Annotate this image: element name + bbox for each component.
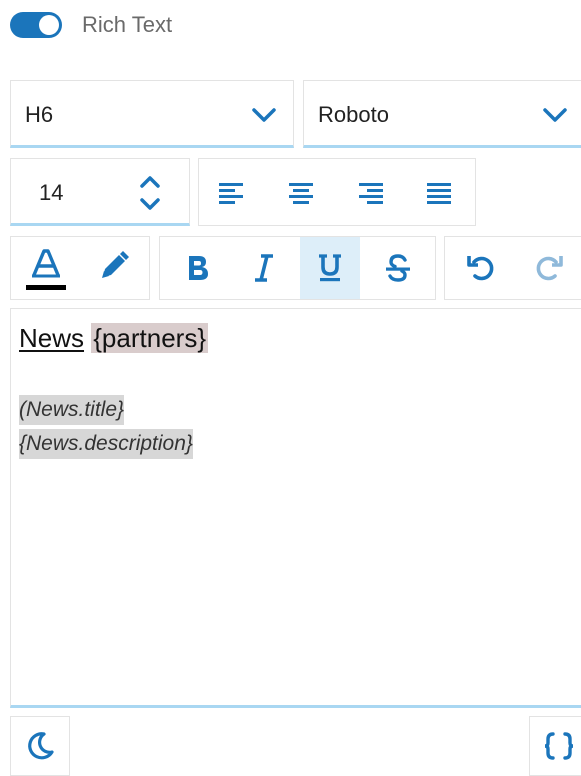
- formatting-toolbar: [159, 236, 436, 300]
- italic-button[interactable]: [234, 237, 294, 299]
- dark-mode-button[interactable]: [10, 716, 70, 776]
- bold-button[interactable]: [168, 237, 228, 299]
- undo-button[interactable]: [453, 243, 509, 293]
- heading-select[interactable]: H6: [10, 80, 294, 148]
- highlight-button[interactable]: [89, 243, 139, 289]
- undo-icon: [467, 256, 494, 281]
- editor-heading-line: News {partners}: [19, 321, 208, 355]
- align-justify-button[interactable]: [417, 171, 461, 215]
- font-size-value: 14: [39, 180, 64, 205]
- insert-variable-button[interactable]: [529, 716, 581, 776]
- pencil-icon: [102, 251, 129, 278]
- alignment-toolbar: [198, 158, 476, 226]
- bold-icon: [189, 256, 208, 280]
- chevron-down-icon: [543, 108, 567, 122]
- chevron-down-icon: [252, 108, 276, 122]
- news-title-variable: (News.title}: [19, 395, 125, 425]
- font-size-stepper[interactable]: 14: [10, 158, 190, 226]
- align-center-button[interactable]: [279, 171, 323, 215]
- align-right-icon: [359, 183, 383, 204]
- text-color-icon: [26, 249, 66, 290]
- heading-select-value: H6: [25, 102, 54, 127]
- news-text: News: [19, 323, 85, 353]
- align-left-button[interactable]: [209, 171, 253, 215]
- align-center-icon: [289, 183, 313, 204]
- redo-button[interactable]: [521, 243, 577, 293]
- redo-icon: [536, 256, 563, 281]
- toggle-knob: [39, 15, 59, 35]
- strikethrough-icon: [386, 254, 410, 282]
- moon-icon: [28, 732, 54, 760]
- align-right-button[interactable]: [349, 171, 393, 215]
- font-select[interactable]: Roboto: [303, 80, 581, 148]
- underline-icon: [319, 254, 341, 282]
- news-description-variable: {News.description}: [19, 429, 193, 459]
- underline-button[interactable]: [300, 237, 360, 299]
- align-justify-icon: [427, 183, 451, 204]
- rich-text-editor[interactable]: News {partners} (News.title} {News.descr…: [10, 308, 581, 708]
- align-left-icon: [219, 183, 243, 204]
- font-select-value: Roboto: [318, 102, 389, 127]
- rich-text-toggle[interactable]: [10, 12, 62, 38]
- stepper-arrows-icon[interactable]: [135, 169, 165, 217]
- partners-token: {partners}: [91, 323, 208, 353]
- strikethrough-button[interactable]: [368, 237, 428, 299]
- history-toolbar: [444, 236, 581, 300]
- rich-text-label: Rich Text: [82, 12, 173, 37]
- color-toolbar: [10, 236, 150, 300]
- text-color-button[interactable]: [19, 243, 73, 295]
- braces-icon: [544, 732, 574, 760]
- italic-icon: [255, 254, 273, 282]
